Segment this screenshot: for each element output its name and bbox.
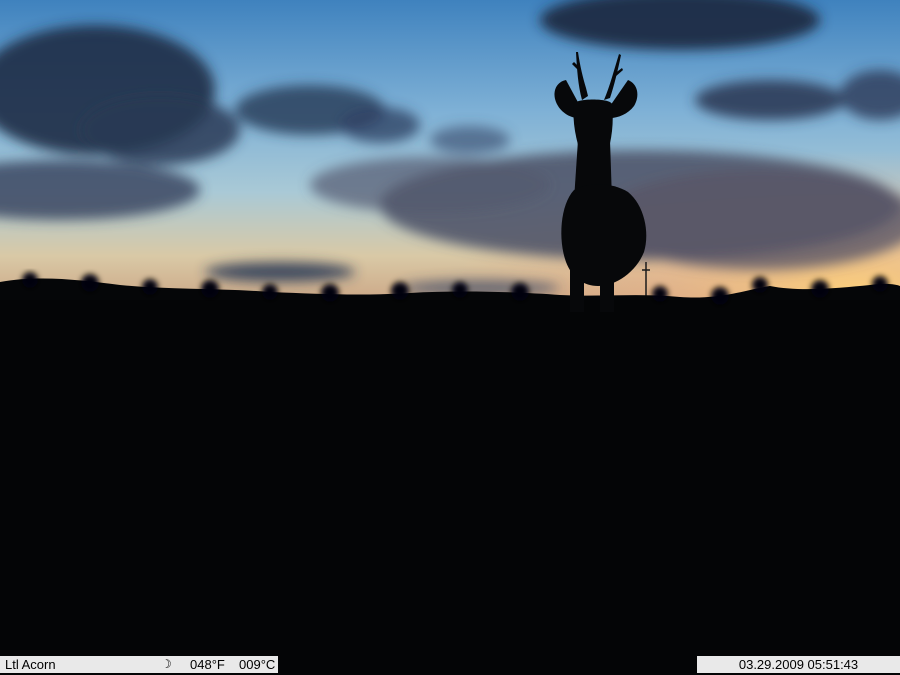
datetime-label: 03.29.2009 05:51:43 xyxy=(738,657,859,672)
dusk-landscape xyxy=(0,0,900,675)
camera-brand-label: Ltl Acorn xyxy=(5,657,56,672)
waning-moon-icon: ☽ xyxy=(161,657,172,671)
camera-info-stamp: Ltl Acorn ☽ 048°F 009°C xyxy=(0,656,278,673)
temperature-celsius: 009°C xyxy=(239,657,276,672)
temperature-fahrenheit: 048°F xyxy=(190,657,225,672)
trail-camera-photo: Ltl Acorn ☽ 048°F 009°C 03.29.2009 05:51… xyxy=(0,0,900,675)
timestamp-stamp: 03.29.2009 05:51:43 xyxy=(697,656,900,673)
